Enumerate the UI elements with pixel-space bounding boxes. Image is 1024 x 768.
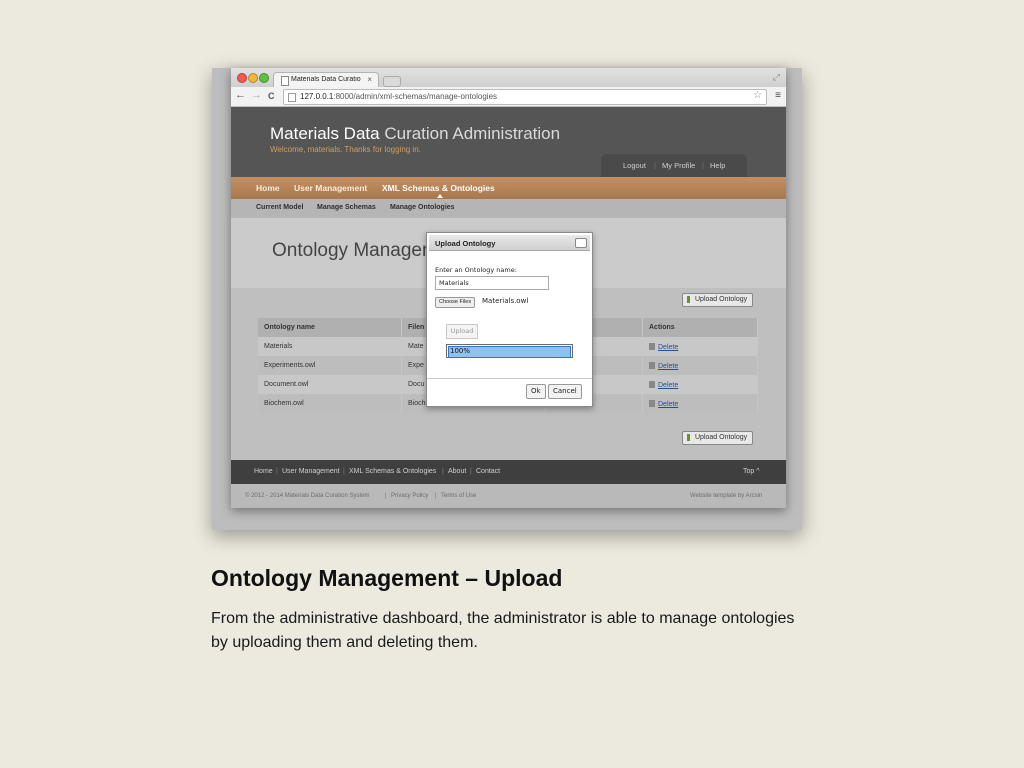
column-header-name: Ontology name: [258, 318, 402, 337]
zoom-window-button[interactable]: [259, 73, 269, 83]
upload-ontology-button[interactable]: Upload Ontology: [682, 431, 754, 445]
slide-title: Ontology Management – Upload: [211, 565, 563, 591]
minimize-window-button[interactable]: [248, 73, 258, 83]
tab-close-icon[interactable]: ×: [367, 75, 372, 84]
forward-icon[interactable]: →: [251, 89, 262, 101]
privacy-policy-link[interactable]: Privacy Policy: [391, 493, 428, 499]
page-icon: [281, 76, 289, 86]
menu-icon[interactable]: ≡: [775, 90, 781, 101]
separator: |: [654, 161, 656, 170]
subnav-manage-ontologies[interactable]: Manage Ontologies: [390, 204, 455, 211]
back-to-top-link[interactable]: Top ^: [743, 468, 760, 475]
separator: |: [385, 493, 387, 499]
actions-cell: Delete: [642, 337, 758, 356]
nav-user-management[interactable]: User Management: [294, 183, 367, 193]
progress-text: 100%: [450, 347, 471, 355]
sub-nav: Current Model Manage Schemas Manage Onto…: [231, 199, 786, 218]
help-link[interactable]: Help: [710, 161, 725, 170]
url-text: 127.0.0.1:8000/admin/xml-schemas/manage-…: [300, 92, 498, 101]
logout-link[interactable]: Logout: [623, 161, 646, 170]
page-viewport: Materials Data Curation Administration W…: [231, 107, 786, 508]
copyright-text: © 2012 - 2014 Materials Data Curation Sy…: [245, 493, 370, 499]
page-icon: [288, 93, 296, 102]
footer-about-link[interactable]: About: [448, 468, 466, 475]
browser-window: Materials Data Curation Sy × ⤢ ← → C 127…: [231, 68, 786, 508]
site-header: Materials Data Curation Administration W…: [231, 107, 786, 177]
ontology-name: Document.owl: [258, 375, 402, 394]
upload-ontology-dialog: Upload Ontology Enter an Ontology name: …: [426, 232, 593, 407]
delete-link[interactable]: Delete: [658, 363, 678, 370]
choose-files-button[interactable]: Choose Files: [435, 297, 476, 308]
subnav-current-model[interactable]: Current Model: [256, 204, 303, 211]
upload-icon: [687, 296, 690, 303]
ok-button[interactable]: Ok: [526, 384, 546, 399]
footer-home-link[interactable]: Home: [254, 468, 273, 475]
tab-strip: Materials Data Curation Sy × ⤢: [231, 68, 786, 88]
actions-cell: Delete: [642, 394, 758, 413]
dialog-title: Upload Ontology: [435, 239, 496, 248]
footer-xml-schemas-link[interactable]: XML Schemas & Ontologies: [349, 468, 436, 475]
template-credit: Website template by Arcsin: [690, 493, 763, 499]
actions-cell: Delete: [642, 375, 758, 394]
ontology-name: Materials: [258, 337, 402, 356]
site-footer: Home | User Management | XML Schemas & O…: [231, 460, 786, 484]
delete-link[interactable]: Delete: [658, 382, 678, 389]
cancel-button[interactable]: Cancel: [548, 384, 582, 399]
dialog-close-button[interactable]: [575, 238, 587, 248]
separator: |: [276, 468, 278, 475]
separator: |: [470, 468, 472, 475]
terms-of-use-link[interactable]: Terms of Use: [441, 493, 476, 499]
slide-body-text: From the administrative dashboard, the a…: [211, 610, 795, 651]
separator: |: [343, 468, 345, 475]
separator: |: [702, 161, 704, 170]
dialog-divider: [427, 378, 592, 379]
fullscreen-icon[interactable]: ⤢: [773, 72, 780, 83]
delete-link[interactable]: Delete: [658, 344, 678, 351]
upload-icon: [687, 434, 690, 441]
new-tab-button[interactable]: [383, 76, 401, 87]
column-header-actions: Actions: [642, 318, 758, 337]
selected-file-name: Materials.owl: [482, 297, 529, 305]
ontology-name-input[interactable]: Materials: [435, 276, 549, 290]
dialog-titlebar: Upload Ontology: [429, 235, 590, 251]
footer-user-management-link[interactable]: User Management: [282, 468, 340, 475]
trash-icon: [649, 342, 655, 350]
separator: |: [442, 468, 444, 475]
welcome-message: Welcome, materials. Thanks for logging i…: [270, 145, 421, 154]
browser-toolbar: ← → C 127.0.0.1:8000/admin/xml-schemas/m…: [231, 87, 786, 107]
ontology-name-label: Enter an Ontology name:: [435, 266, 517, 274]
back-icon[interactable]: ←: [235, 89, 246, 101]
my-profile-link[interactable]: My Profile: [662, 161, 695, 170]
nav-xml-schemas-ontologies[interactable]: XML Schemas & Ontologies: [382, 183, 495, 193]
upload-button[interactable]: Upload: [446, 324, 478, 339]
reload-icon[interactable]: C: [268, 91, 275, 101]
account-menu: Logout | My Profile | Help: [601, 154, 747, 177]
screenshot-frame: Materials Data Curation Sy × ⤢ ← → C 127…: [212, 68, 802, 530]
upload-ontology-button[interactable]: Upload Ontology: [682, 293, 754, 307]
separator: |: [435, 493, 437, 499]
tab-title: Materials Data Curation Sy: [291, 76, 361, 83]
copyright-bar: © 2012 - 2014 Materials Data Curation Sy…: [231, 484, 786, 508]
actions-cell: Delete: [642, 356, 758, 375]
site-title: Materials Data Curation Administration: [270, 124, 561, 143]
ontology-name: Biochem.owl: [258, 394, 402, 413]
bookmark-star-icon[interactable]: ☆: [753, 90, 762, 101]
page-title: Ontology Manager: [272, 240, 429, 261]
footer-contact-link[interactable]: Contact: [476, 468, 500, 475]
browser-tab[interactable]: Materials Data Curation Sy ×: [273, 72, 379, 88]
trash-icon: [649, 361, 655, 369]
nav-home[interactable]: Home: [256, 183, 280, 193]
upload-progress-bar: 100%: [446, 344, 573, 358]
ontology-name: Experiments.owl: [258, 356, 402, 375]
active-nav-indicator: [437, 194, 443, 198]
main-nav: Home User Management XML Schemas & Ontol…: [231, 177, 786, 199]
delete-link[interactable]: Delete: [658, 401, 678, 408]
close-window-button[interactable]: [237, 73, 247, 83]
subnav-manage-schemas[interactable]: Manage Schemas: [317, 204, 376, 211]
trash-icon: [649, 399, 655, 407]
trash-icon: [649, 380, 655, 388]
address-bar[interactable]: 127.0.0.1:8000/admin/xml-schemas/manage-…: [283, 89, 767, 105]
